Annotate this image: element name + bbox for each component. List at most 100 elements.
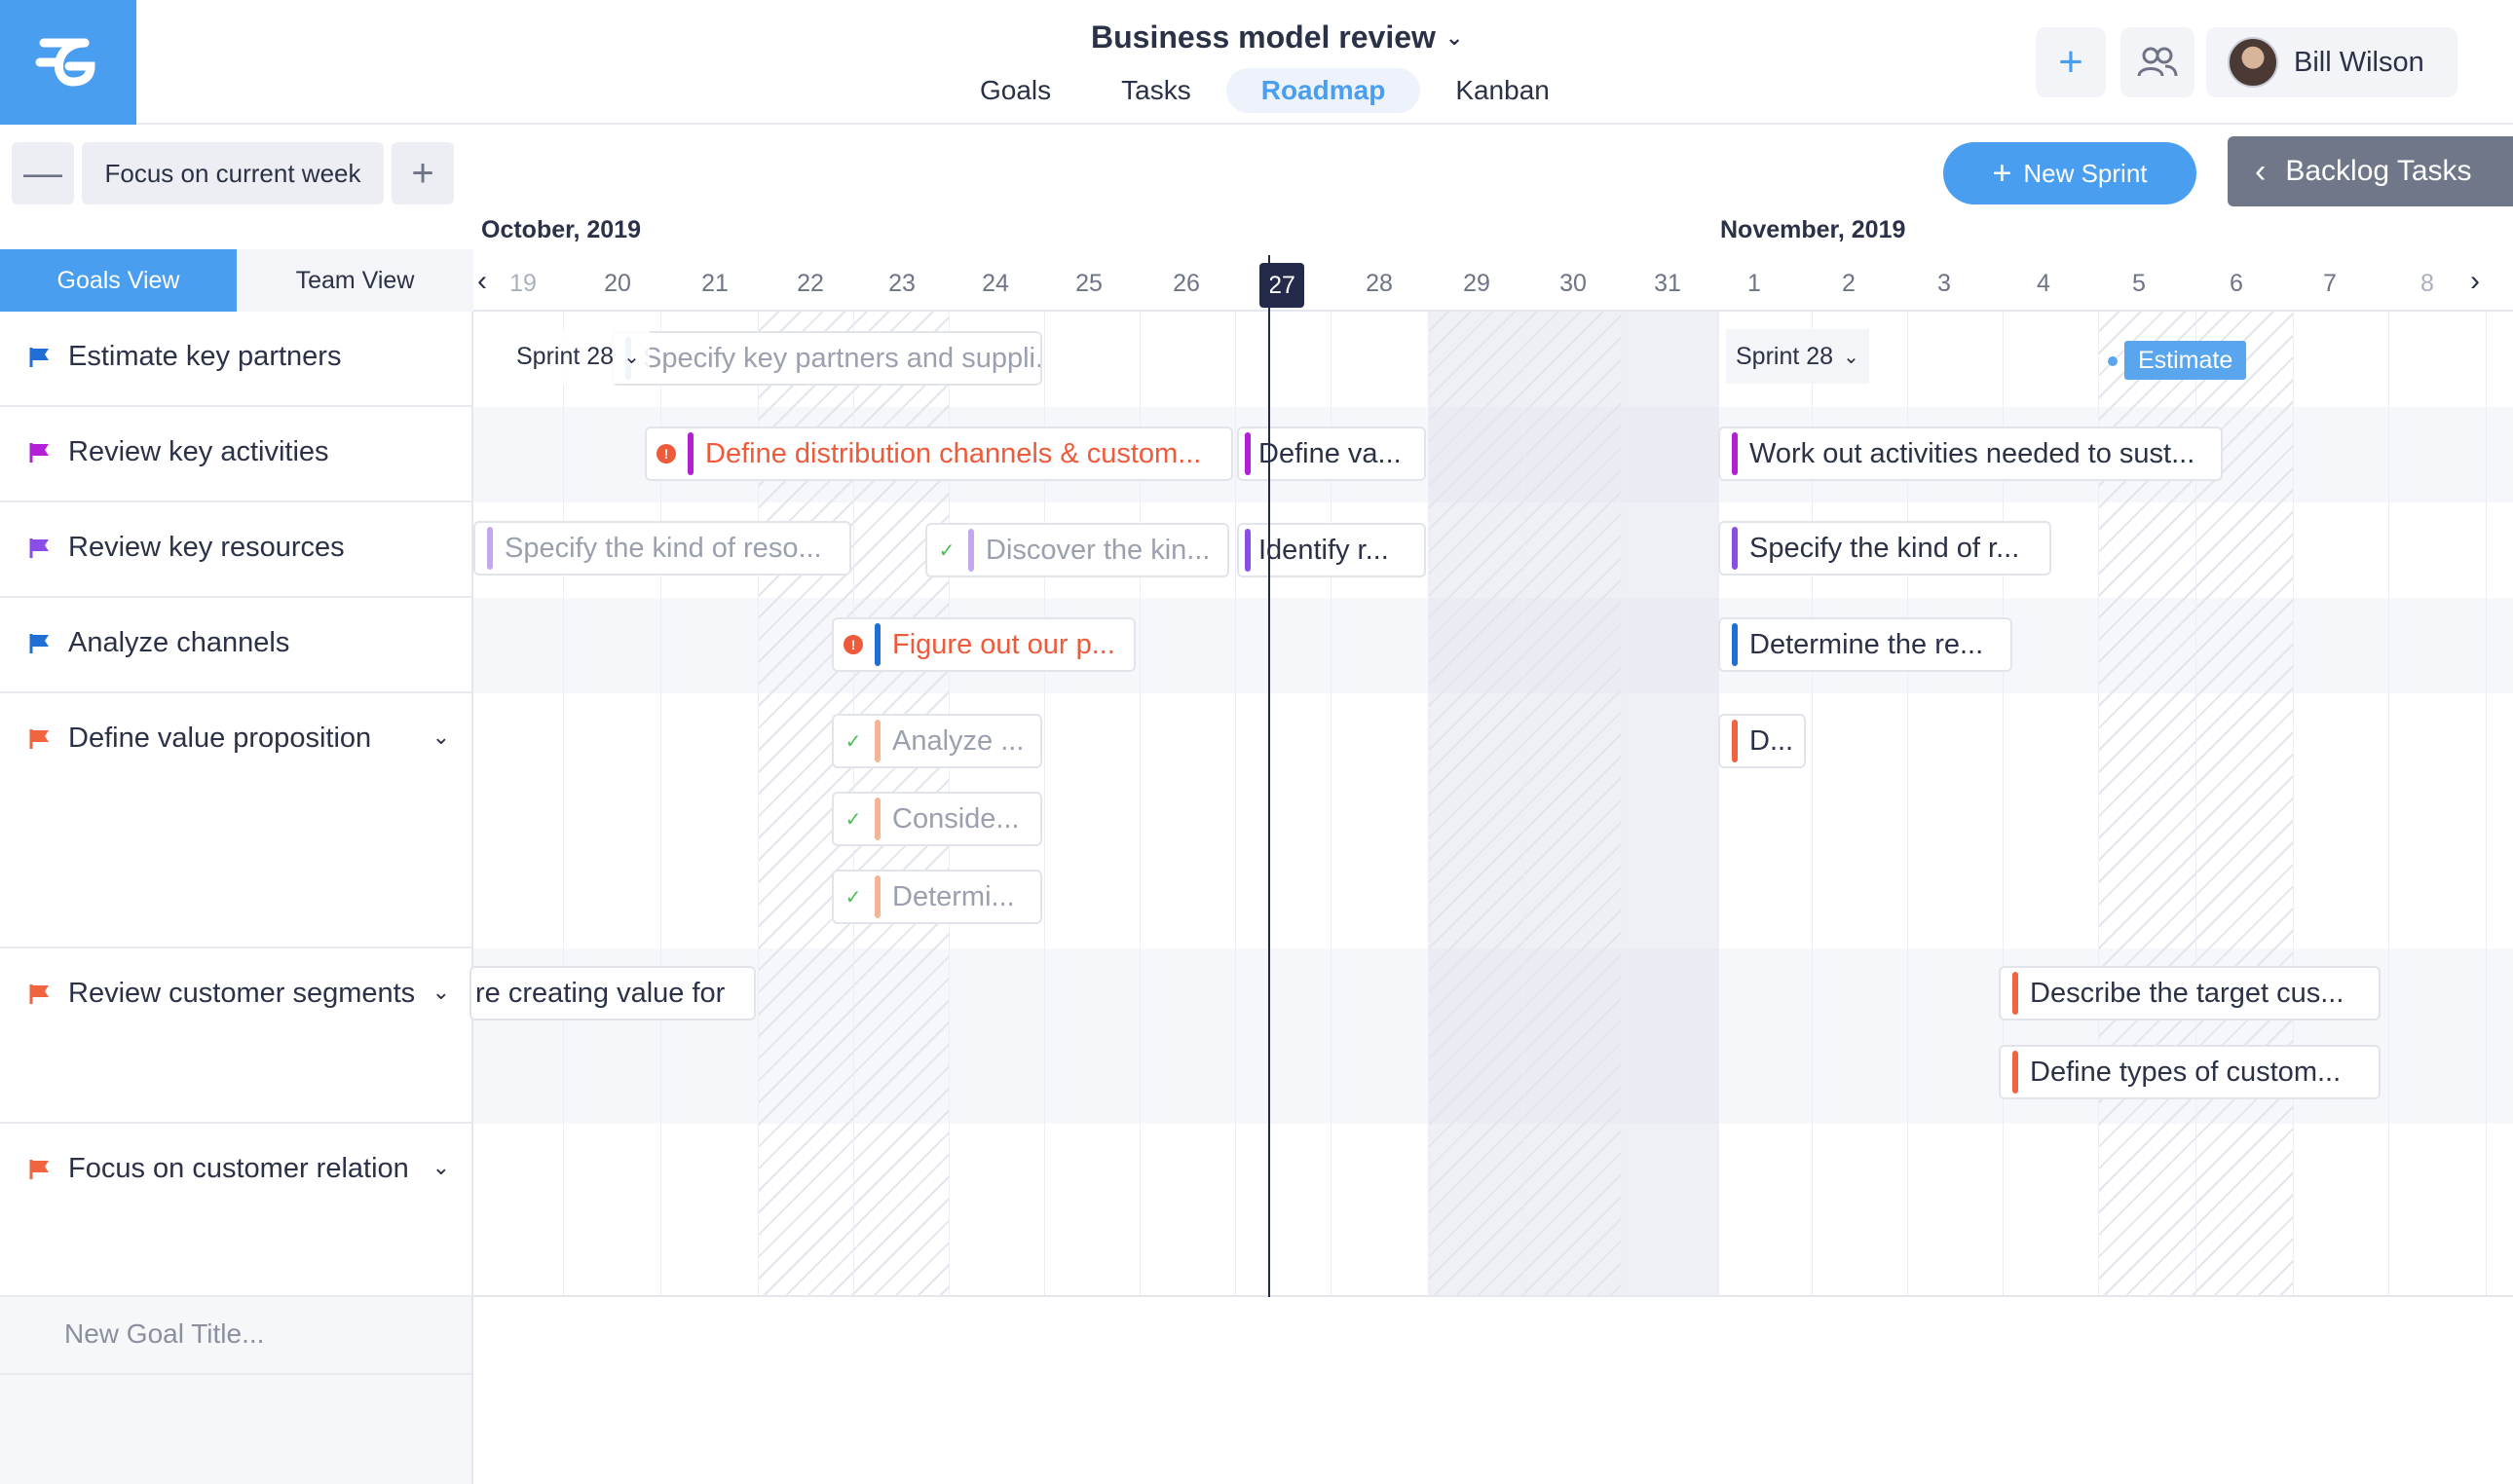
task-color-bar [688, 432, 694, 475]
sprint-label: Sprint 28 [516, 342, 615, 370]
date-cell: 19 [509, 270, 537, 297]
goal-row[interactable]: Analyze channels [0, 598, 471, 693]
zoom-in-button[interactable]: + [392, 142, 454, 204]
nav-tasks[interactable]: Tasks [1086, 68, 1226, 113]
goal-row[interactable]: Review key resources [0, 502, 471, 598]
backlog-label: Backlog Tasks [2285, 155, 2472, 187]
alert-icon: ! [656, 444, 676, 464]
grid-line [1621, 312, 1622, 1297]
goal-row[interactable]: Review key activities [0, 407, 471, 502]
task-card[interactable]: D... [1718, 714, 1806, 768]
task-title: Describe the target cus... [2030, 977, 2344, 1009]
date-cell: 26 [1173, 270, 1200, 297]
task-card[interactable]: Define va... [1237, 427, 1426, 481]
goals-sidebar: Estimate key partners Review key activit… [0, 312, 473, 1484]
task-title: Define distribution channels & custom... [705, 437, 1202, 469]
nav-kanban[interactable]: Kanban [1420, 68, 1585, 113]
goals-view-tab[interactable]: Goals View [0, 249, 237, 312]
date-cell: 30 [1559, 270, 1587, 297]
goal-title: Define value proposition [68, 723, 372, 754]
task-card[interactable]: Specify key partners and suppli... [612, 331, 1042, 386]
grid-line [563, 312, 564, 1297]
task-title: Determine the re... [1749, 628, 1984, 660]
goal-row[interactable]: Estimate key partners [0, 312, 471, 407]
goal-row[interactable]: Review customer segments ⌄ [0, 948, 471, 1124]
task-card[interactable]: Define types of custom... [1999, 1045, 2381, 1099]
goal-title: Focus on customer relation [68, 1153, 409, 1184]
minus-icon: — [23, 151, 62, 195]
weekend-column [1428, 312, 1621, 1297]
goal-title: Estimate key partners [68, 341, 342, 372]
date-cell: 3 [1937, 270, 1951, 297]
team-view-tab[interactable]: Team View [237, 249, 473, 312]
team-button[interactable] [2120, 27, 2194, 97]
task-card[interactable]: ✓ Conside... [832, 792, 1042, 846]
estimate-badge[interactable]: Estimate [2124, 341, 2247, 380]
sprint-selector[interactable]: Sprint 28 ⌄ [1726, 329, 1869, 384]
task-title: Determi... [892, 880, 1015, 912]
task-card[interactable]: Specify the kind of reso... [473, 521, 851, 575]
backlog-tasks-button[interactable]: ‹ Backlog Tasks [2228, 136, 2513, 206]
chevron-down-icon: ⌄ [623, 346, 640, 368]
task-card[interactable]: ✓ Analyze ... [832, 714, 1042, 768]
task-card[interactable]: re creating value for [469, 966, 756, 1020]
chevron-right-icon[interactable]: › [2470, 265, 2480, 298]
flag-icon [29, 1159, 49, 1179]
app-logo[interactable] [0, 0, 136, 125]
zoom-out-button[interactable]: — [12, 142, 74, 204]
check-icon: ✓ [938, 539, 956, 562]
grid-line [1428, 312, 1429, 1297]
chevron-left-icon: ‹ [2255, 152, 2267, 190]
task-card[interactable]: ✓ Discover the kin... [925, 523, 1229, 577]
view-toggle: Goals View Team View [0, 249, 473, 312]
task-title: Identify r... [1258, 534, 1389, 566]
task-card[interactable]: Identify r... [1237, 523, 1426, 577]
task-card[interactable]: Determine the re... [1718, 617, 2012, 672]
new-goal-placeholder: New Goal Title... [64, 1318, 265, 1349]
task-title: Figure out our p... [892, 628, 1115, 660]
user-menu-button[interactable]: Bill Wilson [2206, 27, 2457, 97]
goal-row[interactable]: Define value proposition ⌄ [0, 693, 471, 948]
check-icon: ✓ [844, 886, 862, 909]
task-color-bar [875, 875, 881, 918]
chevron-down-icon[interactable]: ⌄ [432, 980, 450, 1005]
task-color-bar [1245, 529, 1251, 572]
task-card[interactable]: ! Define distribution channels & custom.… [645, 427, 1233, 481]
date-cell: 22 [797, 270, 824, 297]
task-color-bar [1732, 527, 1738, 570]
task-color-bar [1732, 720, 1738, 762]
flag-icon [29, 347, 49, 367]
date-cell: 5 [2132, 270, 2146, 297]
task-card[interactable]: Specify the kind of r... [1718, 521, 2051, 575]
today-marker-line [1268, 255, 1270, 1297]
task-card[interactable]: Describe the target cus... [1999, 966, 2381, 1020]
chevron-down-icon[interactable]: ⌄ [432, 724, 450, 750]
task-card[interactable]: ✓ Determi... [832, 870, 1042, 924]
date-cell: 7 [2323, 270, 2337, 297]
task-color-bar [487, 527, 493, 570]
nav-goals[interactable]: Goals [945, 68, 1086, 113]
date-cell: 21 [701, 270, 729, 297]
focus-current-week-button[interactable]: Focus on current week [82, 142, 384, 204]
sprint-selector[interactable]: Sprint 28 ⌄ [506, 329, 650, 384]
date-cell: 6 [2230, 270, 2243, 297]
goal-title: Analyze channels [68, 627, 290, 658]
task-title: Specify key partners and suppli... [643, 342, 1042, 374]
new-sprint-button[interactable]: + New Sprint [1943, 142, 2196, 204]
project-title-dropdown[interactable]: Business model review ⌄ [1091, 19, 1463, 56]
chevron-down-icon[interactable]: ⌄ [432, 1155, 450, 1180]
goal-title: Review key resources [68, 532, 345, 563]
user-name: Bill Wilson [2294, 46, 2424, 78]
chevron-down-icon: ⌄ [1843, 346, 1859, 368]
chevron-left-icon[interactable]: ‹ [477, 265, 487, 298]
task-title: Work out activities needed to sust... [1749, 437, 2195, 469]
chevron-down-icon: ⌄ [1444, 24, 1464, 50]
nav-roadmap[interactable]: Roadmap [1225, 68, 1421, 113]
add-button[interactable]: + [2036, 27, 2106, 97]
new-goal-input[interactable]: New Goal Title... [0, 1297, 471, 1375]
task-color-bar [1245, 432, 1251, 475]
goal-row[interactable]: Focus on customer relation ⌄ [0, 1124, 471, 1297]
month-label-october: October, 2019 [481, 216, 641, 243]
task-card[interactable]: ! Figure out our p... [832, 617, 1136, 672]
task-card[interactable]: Work out activities needed to sust... [1718, 427, 2223, 481]
